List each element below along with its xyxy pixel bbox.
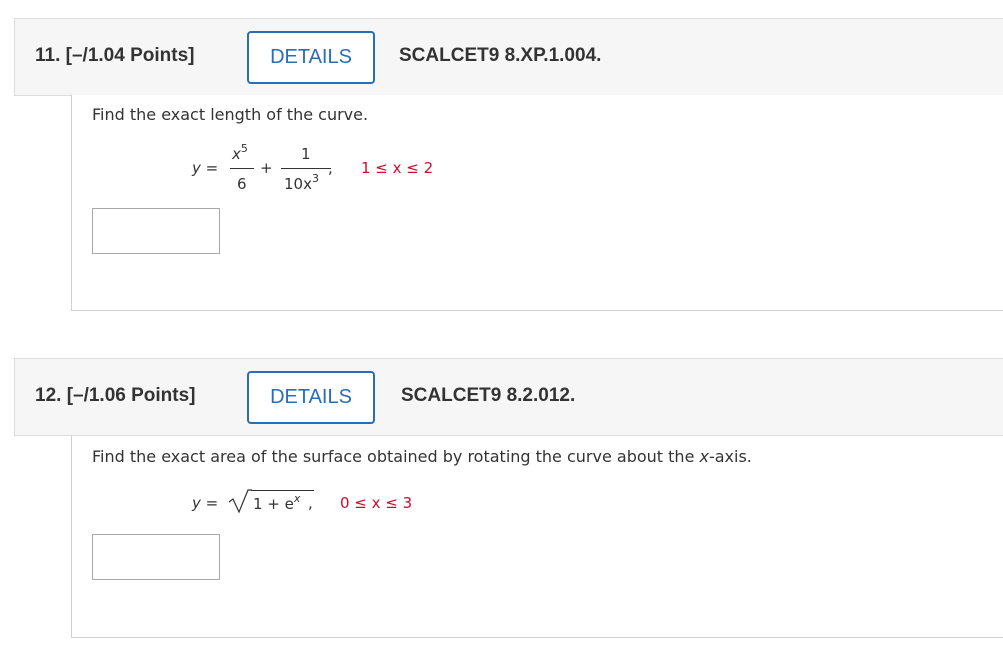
question-12-details-button[interactable]: DETAILS	[247, 371, 375, 424]
eq11-num1-exp: 5	[240, 142, 248, 155]
eq11-comma: ,	[328, 159, 333, 177]
question-11-header: 11. [–/1.04 Points] DETAILS SCALCET9 8.X…	[14, 18, 1003, 96]
sqrt-sign-icon	[228, 489, 252, 514]
question-11-code: SCALCET9 8.XP.1.004.	[399, 45, 602, 66]
question-12-range: 0 ≤ x ≤ 3	[340, 494, 413, 512]
question-11-range: 1 ≤ x ≤ 2	[361, 159, 434, 177]
question-12-prompt-pre: Find the exact area of the surface obtai…	[92, 447, 700, 466]
eq12-sqrt-bar	[251, 490, 314, 491]
eq11-frac1-denominator: 6	[237, 175, 247, 193]
question-12-prompt-var: x	[699, 447, 709, 466]
eq11-num1-base: x	[232, 145, 241, 163]
eq11-frac1-numerator: x5	[232, 142, 248, 163]
eq11-frac2-numerator: 1	[301, 145, 311, 163]
question-12-header: 12. [–/1.06 Points] DETAILS SCALCET9 8.2…	[14, 358, 1003, 436]
question-11-answer-input[interactable]	[92, 208, 220, 254]
eq11-frac1-bar	[230, 168, 254, 169]
eq12-lhs: y =	[192, 494, 219, 512]
eq11-den2-base: 10x	[284, 175, 312, 193]
question-12-title: 12. [–/1.06 Points]	[35, 385, 196, 406]
question-12-prompt: Find the exact area of the surface obtai…	[92, 447, 752, 466]
question-12-code: SCALCET9 8.2.012.	[401, 385, 576, 406]
question-11-details-button[interactable]: DETAILS	[247, 31, 375, 84]
question-12-body: Find the exact area of the surface obtai…	[71, 436, 1003, 638]
eq11-plus: +	[260, 159, 273, 177]
eq12-radicand-exp: x	[293, 492, 301, 505]
question-12-prompt-post: -axis.	[708, 447, 752, 466]
eq11-frac2-denominator: 10x3	[284, 172, 319, 193]
eq11-frac2-bar	[281, 168, 331, 169]
question-11-title: 11. [–/1.04 Points]	[35, 45, 195, 66]
question-12-answer-input[interactable]	[92, 534, 220, 580]
question-11-body: Find the exact length of the curve. y = …	[71, 95, 1003, 311]
eq12-radicand-pre: 1 + e	[253, 495, 294, 513]
question-11-prompt: Find the exact length of the curve.	[92, 105, 369, 124]
eq11-lhs: y =	[192, 159, 219, 177]
eq12-radicand: 1 + ex	[253, 492, 301, 513]
eq11-den2-exp: 3	[311, 172, 319, 185]
eq12-comma: ,	[308, 494, 313, 512]
